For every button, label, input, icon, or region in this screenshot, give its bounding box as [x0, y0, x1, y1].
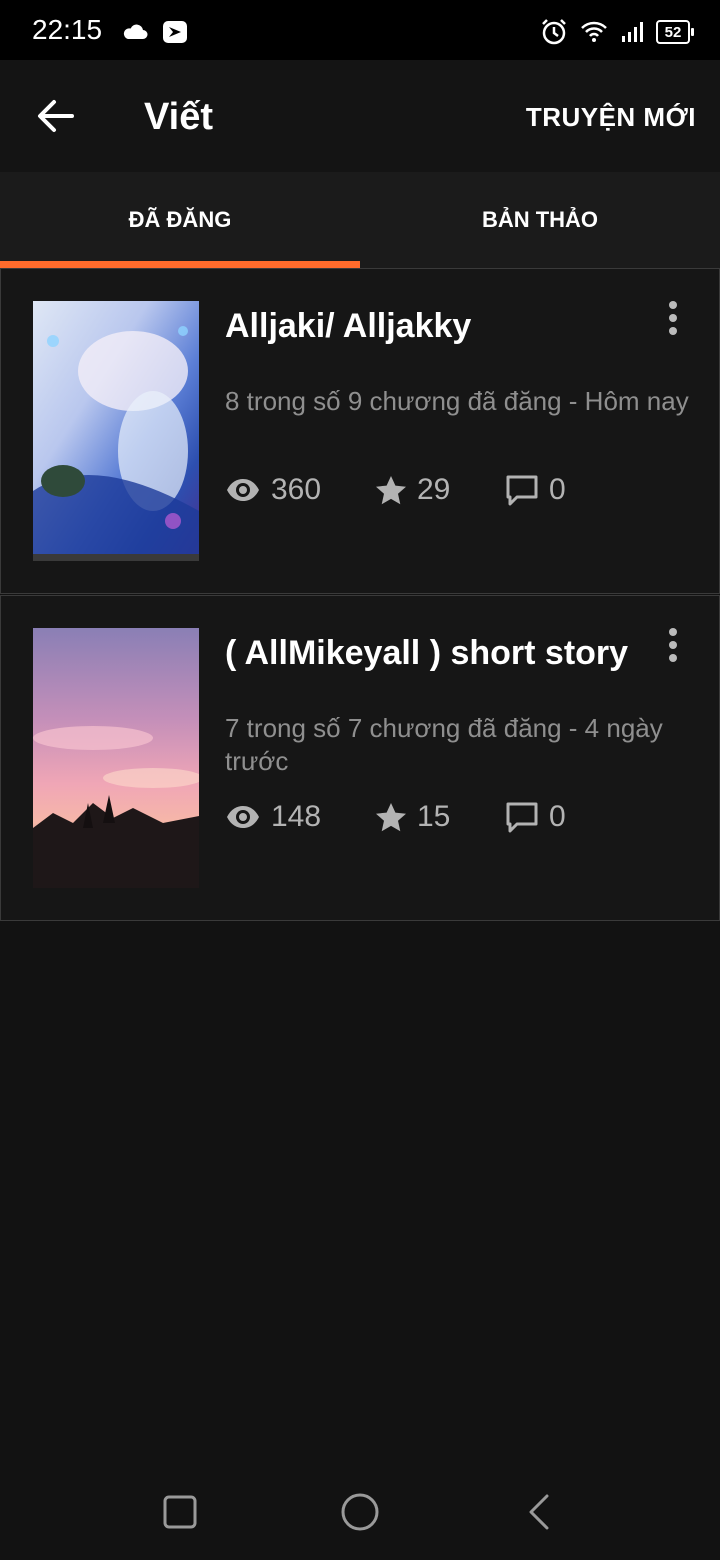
- story-meta: 7 trong số 7 chương đã đăng - 4 ngày trư…: [225, 713, 663, 776]
- comment-count: 0: [549, 473, 566, 506]
- app-notification-icon: [163, 21, 187, 43]
- view-count: 360: [271, 473, 322, 506]
- back-arrow-icon[interactable]: [34, 96, 78, 136]
- back-nav-icon[interactable]: [516, 1488, 564, 1536]
- active-tab-indicator: [0, 261, 360, 268]
- comment-icon: [506, 475, 538, 506]
- story-stats: 148 15 0: [225, 800, 566, 834]
- vote-count: 29: [417, 473, 451, 506]
- story-meta: 8 trong số 9 chương đã đăng - Hôm nay: [225, 386, 689, 416]
- recent-apps-icon[interactable]: [156, 1488, 204, 1536]
- signal-icon: [622, 22, 643, 42]
- story-title[interactable]: ( AllMikeyall ) short story: [225, 634, 628, 673]
- eye-icon: [227, 479, 259, 501]
- star-icon: [376, 476, 406, 505]
- comment-icon: [506, 802, 538, 833]
- alarm-icon: [542, 19, 566, 45]
- story-card[interactable]: ( AllMikeyall ) short story 7 trong số 7…: [0, 595, 720, 921]
- eye-icon: [227, 806, 259, 828]
- cloud-icon: [123, 24, 148, 39]
- home-icon[interactable]: [336, 1488, 384, 1536]
- story-cover-image: [33, 628, 199, 888]
- wifi-icon: [581, 21, 607, 42]
- story-stats: 360 29 0: [225, 473, 566, 507]
- status-bar: 22:15 52: [0, 0, 720, 60]
- star-icon: [376, 803, 406, 832]
- app-bar: Viết TRUYỆN MỚI: [0, 60, 720, 172]
- system-nav-bar: [0, 1460, 720, 1560]
- story-title[interactable]: Alljaki/ Alljakky: [225, 307, 471, 346]
- comment-count: 0: [549, 800, 566, 833]
- page-title: Viết: [144, 96, 214, 138]
- tab-drafts[interactable]: BẢN THẢO: [360, 172, 720, 268]
- more-options-icon[interactable]: [667, 628, 679, 662]
- battery-icon: 52: [656, 20, 694, 44]
- view-count: 148: [271, 800, 322, 833]
- status-time: 22:15: [32, 14, 103, 45]
- story-card[interactable]: Alljaki/ Alljakky 8 trong số 9 chương đã…: [0, 268, 720, 594]
- more-options-icon[interactable]: [667, 301, 679, 335]
- vote-count: 15: [417, 800, 451, 833]
- story-cover-image: [33, 301, 199, 561]
- tab-bar: ĐÃ ĐĂNG BẢN THẢO: [0, 172, 720, 268]
- new-story-button[interactable]: TRUYỆN MỚI: [526, 102, 696, 133]
- tab-published[interactable]: ĐÃ ĐĂNG: [0, 172, 360, 268]
